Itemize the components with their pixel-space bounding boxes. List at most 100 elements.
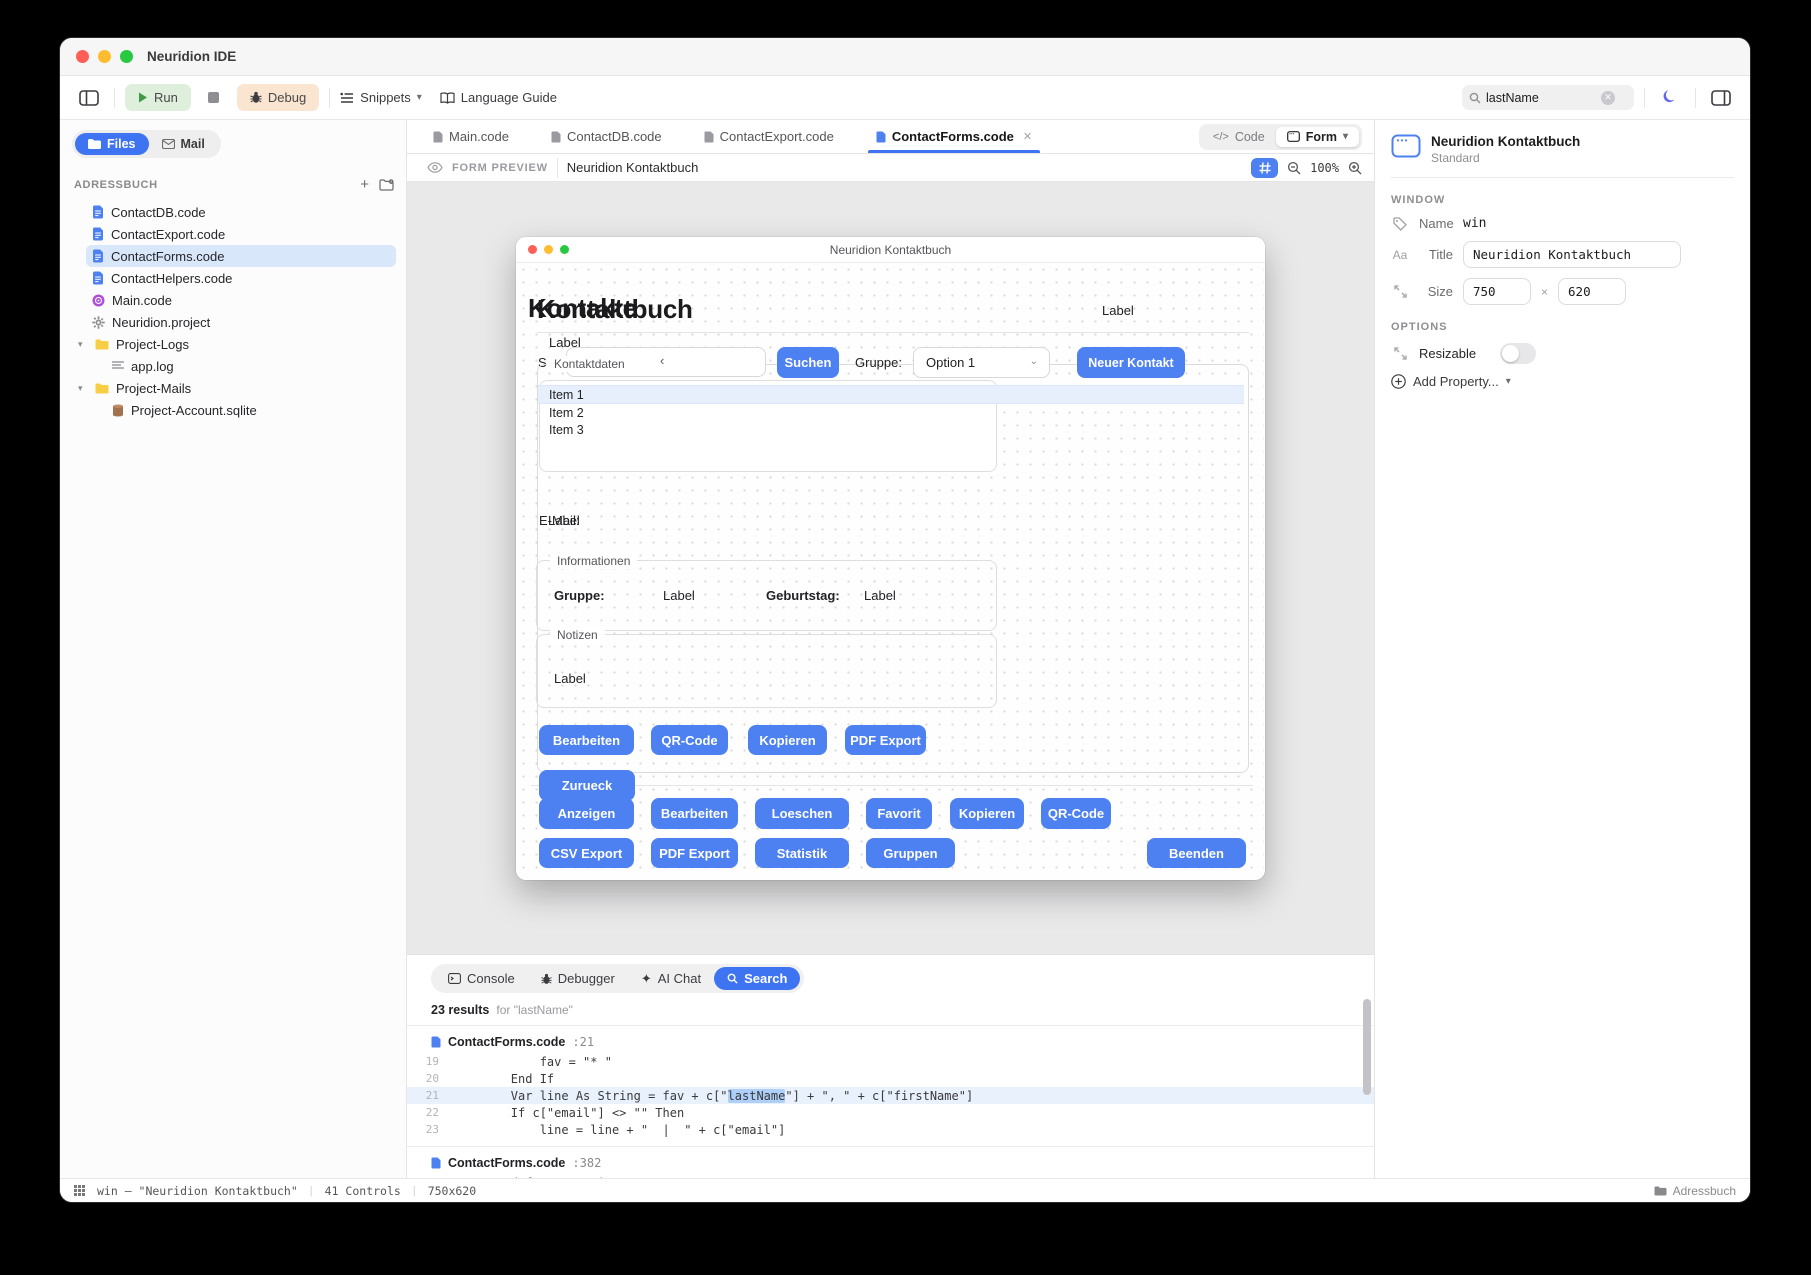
file-row[interactable]: Main.code — [86, 289, 396, 311]
qr-code-button[interactable]: QR-Code — [651, 725, 728, 755]
designed-window[interactable]: Neuridion Kontaktbuch Kontakte Kontaktbu… — [516, 237, 1265, 880]
minimize-window-button[interactable] — [98, 50, 111, 63]
code-line[interactable]: 380 Var defLN As String = "" — [407, 1174, 1374, 1178]
anzeigen-button[interactable]: Anzeigen — [539, 798, 634, 829]
chevron-down-icon[interactable]: ▾ — [78, 339, 88, 350]
gruppe-label[interactable]: Gruppe: — [855, 355, 902, 370]
form-segment-label: Form — [1306, 130, 1337, 144]
heading-label[interactable]: Kontaktbuch — [537, 294, 693, 325]
tab-main-code[interactable]: Main.code — [433, 120, 509, 153]
doc-icon — [551, 131, 561, 143]
favorit-button[interactable]: Favorit — [866, 798, 932, 829]
stop-button[interactable] — [201, 85, 227, 111]
chevron-down-icon[interactable]: ▾ — [78, 383, 88, 394]
qr-code-action-button[interactable]: QR-Code — [1041, 798, 1111, 829]
pdf-export-bottom-button[interactable]: PDF Export — [651, 838, 738, 868]
beenden-button[interactable]: Beenden — [1147, 838, 1246, 868]
gruppen-button[interactable]: Gruppen — [866, 838, 955, 868]
debugger-tab[interactable]: Debugger — [528, 967, 628, 990]
bearbeiten-action-button[interactable]: Bearbeiten — [651, 798, 738, 829]
status-controls-count: 41 Controls — [325, 1184, 401, 1198]
close-window-button[interactable] — [76, 50, 89, 63]
grid-toggle-button[interactable] — [1251, 158, 1278, 178]
zoom-window-button[interactable] — [120, 50, 133, 63]
designed-zoom-button — [560, 245, 569, 254]
file-row[interactable]: Neuridion.project — [86, 311, 396, 333]
code-line[interactable]: 20 End If — [407, 1070, 1374, 1087]
scrollbar-thumb[interactable] — [1363, 999, 1371, 1095]
console-tab[interactable]: Console — [435, 967, 528, 990]
log-file-icon — [112, 361, 124, 371]
code-line[interactable]: 19 fav = "* " — [407, 1053, 1374, 1070]
code-line[interactable]: 23 line = line + " | " + c["email"] — [407, 1121, 1374, 1138]
suchen-button[interactable]: Suchen — [777, 347, 839, 378]
tab-contactforms-code[interactable]: ContactForms.code ✕ — [876, 120, 1032, 153]
ai-chat-tab[interactable]: ✦ AI Chat — [628, 967, 714, 990]
search-results-tab[interactable]: Search — [714, 967, 800, 990]
result-file-name: ContactForms.code — [448, 1156, 565, 1170]
code-segment[interactable]: </> Code — [1202, 127, 1276, 147]
list-item[interactable]: Item 2 — [549, 406, 584, 420]
width-input[interactable] — [1463, 278, 1531, 305]
file-row[interactable]: ContactExport.code — [86, 223, 396, 245]
inspector-toggle-button[interactable] — [1706, 85, 1736, 111]
zoom-in-button[interactable] — [1348, 161, 1362, 175]
tab-contactexport-code[interactable]: ContactExport.code — [704, 120, 834, 153]
sidebar-toggle-button[interactable] — [74, 85, 104, 111]
run-button[interactable]: Run — [125, 84, 191, 111]
form-canvas[interactable]: Neuridion Kontaktbuch Kontakte Kontaktbu… — [407, 182, 1374, 954]
kopieren-action-button[interactable]: Kopieren — [950, 798, 1024, 829]
kopieren-button[interactable]: Kopieren — [748, 725, 827, 755]
line-text: Var defLN As String = "" — [453, 1176, 655, 1179]
file-row-selected[interactable]: ContactForms.code — [86, 245, 396, 267]
code-file-icon — [92, 205, 104, 219]
title-property-row: Aa Title — [1391, 241, 1734, 268]
language-guide-button[interactable]: Language Guide — [440, 90, 557, 105]
code-icon: </> — [1213, 131, 1229, 143]
tab-contactdb-code[interactable]: ContactDB.code — [551, 120, 662, 153]
close-tab-icon[interactable]: ✕ — [1023, 130, 1032, 143]
dark-mode-toggle[interactable] — [1655, 85, 1685, 111]
debug-button[interactable]: Debug — [237, 84, 319, 111]
mail-tab[interactable]: Mail — [149, 133, 218, 155]
gruppe-dropdown[interactable]: Option 1 ⌄ — [913, 347, 1050, 378]
loeschen-button[interactable]: Loeschen — [755, 798, 849, 829]
bearbeiten-button[interactable]: Bearbeiten — [539, 725, 634, 755]
file-row[interactable]: Project-Account.sqlite — [106, 399, 396, 421]
placeholder-label-overlap[interactable]: Label — [548, 513, 580, 528]
add-file-icon[interactable]: + — [360, 176, 369, 193]
list-selected-row[interactable]: Item 1 — [538, 385, 1244, 404]
result-group-header[interactable]: ContactForms.code :21 — [407, 1026, 1374, 1053]
global-search-field[interactable]: ✕ — [1462, 85, 1634, 110]
code-line[interactable]: 22 If c["email"] <> "" Then — [407, 1104, 1374, 1121]
height-input[interactable] — [1558, 278, 1626, 305]
zoom-out-button[interactable] — [1287, 161, 1301, 175]
list-item[interactable]: Item 3 — [549, 423, 584, 437]
csv-export-button[interactable]: CSV Export — [539, 838, 634, 868]
statistik-button[interactable]: Statistik — [755, 838, 849, 868]
pdf-export-button[interactable]: PDF Export — [845, 725, 926, 755]
resizable-toggle[interactable] — [1500, 343, 1536, 364]
title-input[interactable] — [1463, 241, 1681, 268]
files-tab[interactable]: Files — [75, 133, 149, 155]
folder-row[interactable]: ▾ Project-Logs — [86, 333, 396, 355]
neuer-kontakt-button[interactable]: Neuer Kontakt — [1077, 347, 1185, 378]
code-line-match[interactable]: 21 Var line As String = fav + c["lastNam… — [407, 1087, 1374, 1104]
code-file-icon — [92, 249, 104, 263]
add-property-button[interactable]: Add Property... ▾ — [1391, 374, 1734, 389]
clear-search-icon[interactable]: ✕ — [1601, 91, 1615, 105]
snippets-menu[interactable]: Snippets ▾ — [340, 90, 422, 105]
folder-row[interactable]: ▾ Project-Mails — [86, 377, 396, 399]
file-row[interactable]: app.log — [106, 355, 396, 377]
designed-window-body[interactable]: Kontakte Kontaktbuch Label Label Suchen:… — [517, 263, 1264, 879]
form-segment[interactable]: Form ▾ — [1276, 127, 1359, 147]
status-separator: | — [413, 1185, 416, 1197]
file-row[interactable]: ContactDB.code — [86, 201, 396, 223]
file-row[interactable]: ContactHelpers.code — [86, 267, 396, 289]
new-folder-icon[interactable]: + — [379, 179, 394, 191]
doc-icon — [431, 1157, 441, 1169]
placeholder-label[interactable]: Label — [1102, 303, 1134, 318]
zurueck-button[interactable]: Zurueck — [539, 770, 635, 801]
result-group-header[interactable]: ContactForms.code :382 — [407, 1147, 1374, 1174]
search-input[interactable] — [1486, 91, 1596, 105]
